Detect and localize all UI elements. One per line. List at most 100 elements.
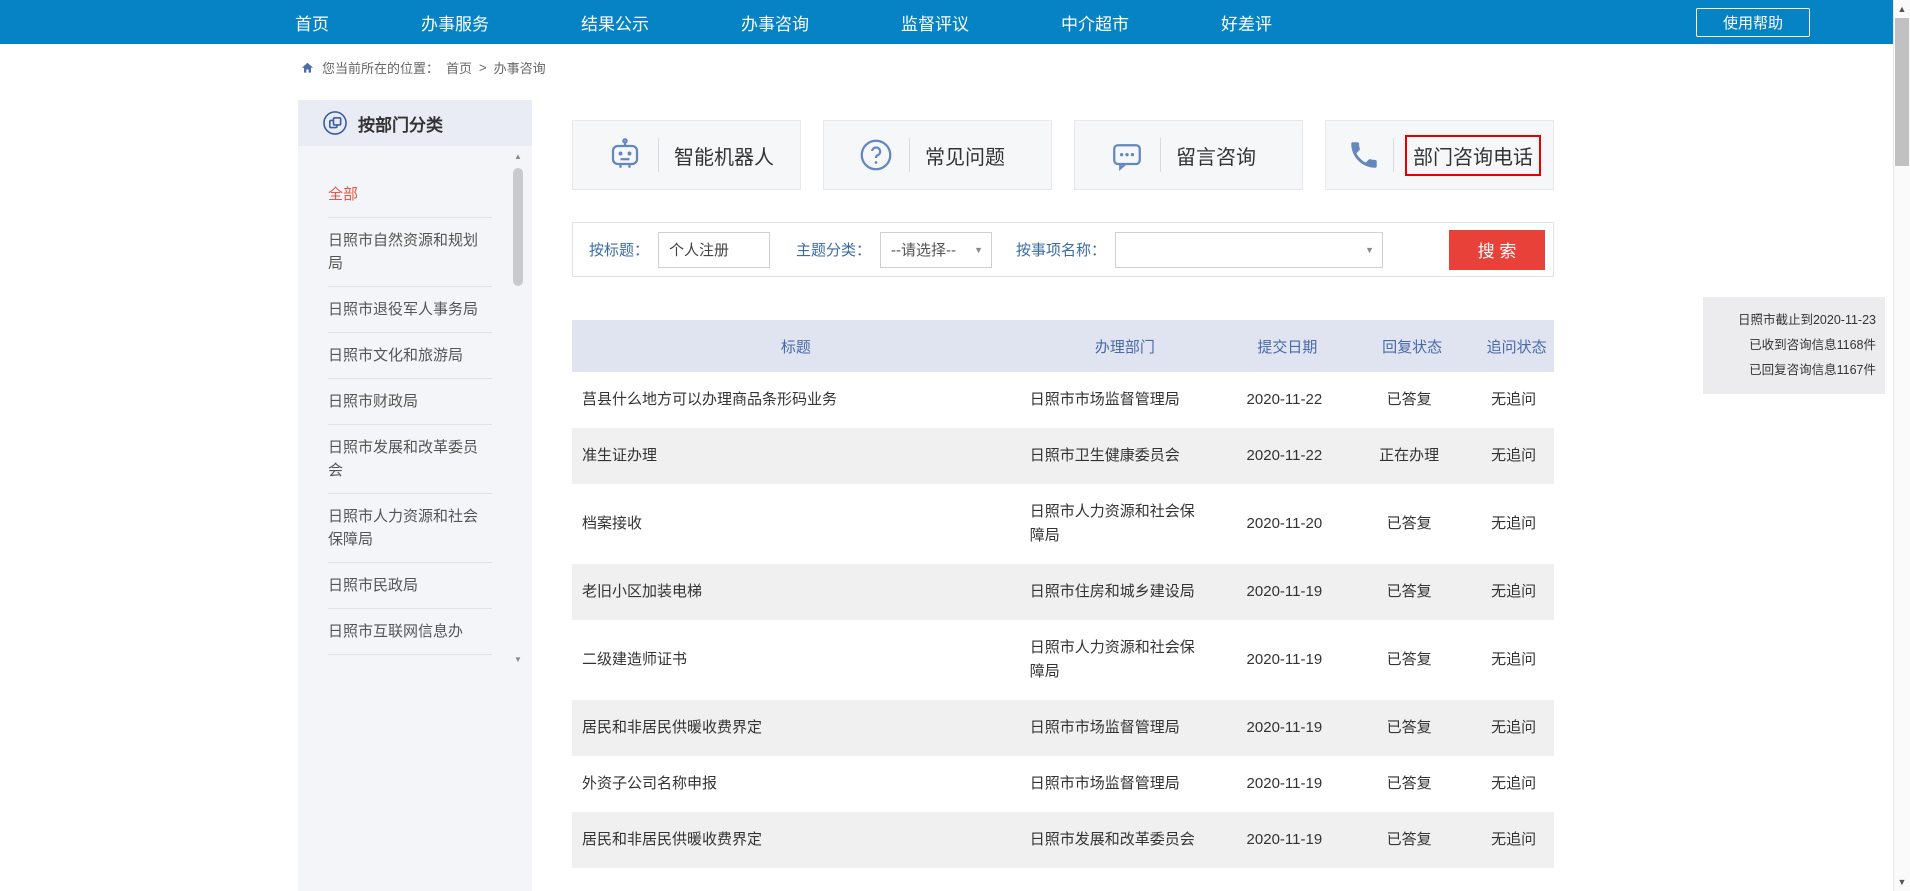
question-icon (858, 137, 894, 173)
consultation-stats-box: 日照市截止到2020-11-23已收到咨询信息1168件已回复咨询信息1167件 (1703, 297, 1885, 394)
tab-留言咨询[interactable]: 留言咨询 (1074, 120, 1303, 190)
sidebar-item-department[interactable]: 全部 (328, 172, 492, 218)
sidebar-item-department[interactable]: 日照市自然资源和规划局 (328, 218, 492, 287)
sidebar-item-department[interactable]: 日照市退役军人事务局 (328, 287, 492, 333)
column-header: 标题 (572, 320, 1020, 372)
tab-label: 常见问题 (925, 141, 1005, 170)
scroll-down-icon[interactable]: ▼ (511, 655, 525, 664)
nav-item-home[interactable]: 首页 (295, 10, 329, 35)
consultation-title-link[interactable]: 外资子公司名称申报 (582, 775, 717, 792)
divider (909, 138, 910, 172)
table-row: 档案接收日照市人力资源和社会保障局2020-11-20已答复无追问 (572, 484, 1554, 564)
stat-line: 日照市截止到2020-11-23 (1712, 308, 1876, 333)
nav-item-supervision[interactable]: 监督评议 (901, 10, 969, 35)
sidebar-item-department[interactable]: 日照市发展和改革委员会 (328, 425, 492, 494)
sidebar-scrollbar-thumb[interactable] (513, 168, 523, 286)
message-icon (1109, 137, 1145, 173)
home-icon (300, 61, 315, 75)
divider (658, 138, 659, 172)
follow-up-status-cell: 无追问 (1479, 756, 1554, 812)
consultation-title-link[interactable]: 居民和非居民供暖收费界定 (582, 719, 762, 736)
consultation-title-link[interactable]: 莒县什么地方可以办理商品条形码业务 (582, 391, 837, 408)
department-cell: 日照市市场监督管理局 (1020, 372, 1230, 428)
table-header-row: 标题办理部门提交日期回复状态追问状态 (572, 320, 1554, 372)
stat-line: 已收到咨询信息1168件 (1712, 333, 1876, 358)
tab-智能机器人[interactable]: 智能机器人 (572, 120, 801, 190)
consultation-title-link[interactable]: 二级建造师证书 (582, 651, 687, 668)
scroll-down-icon[interactable]: ▼ (1894, 877, 1910, 887)
sidebar-item-department[interactable]: 日照市互联网信息办 (328, 609, 492, 655)
department-cell: 日照市市场监督管理局 (1020, 700, 1230, 756)
date-cell: 2020-11-20 (1230, 484, 1345, 564)
nav-item-results[interactable]: 结果公示 (581, 10, 649, 35)
sidebar-title: 按部门分类 (358, 111, 443, 136)
consultation-title-link[interactable]: 准生证办理 (582, 447, 657, 464)
reply-status-cell: 已答复 (1345, 756, 1480, 812)
table-row: 准生证办理日照市卫生健康委员会2020-11-22正在办理无追问 (572, 428, 1554, 484)
nav-item-services[interactable]: 办事服务 (421, 10, 489, 35)
topic-select-value: --请选择-- (891, 239, 956, 260)
sidebar-item-department[interactable]: 日照市民政局 (328, 563, 492, 609)
nav-menu: 首页 办事服务 结果公示 办事咨询 监督评议 中介超市 好差评 (0, 0, 1910, 44)
title-cell: 档案接收 (572, 484, 1020, 564)
table-row: 外资子公司名称申报 日照市市场监督管理局2020-11-19已答复无追问 (572, 756, 1554, 812)
consultation-title-link[interactable]: 老旧小区加装电梯 (582, 583, 702, 600)
follow-up-status-cell: 无追问 (1479, 484, 1554, 564)
column-header: 办理部门 (1020, 320, 1230, 372)
nav-item-rating[interactable]: 好差评 (1221, 10, 1272, 35)
sidebar-header: 按部门分类 (298, 100, 532, 146)
tab-label: 智能机器人 (674, 141, 774, 170)
title-filter-label: 按标题： (589, 239, 649, 260)
title-cell: 居民和非居民供暖收费界定 (572, 812, 1020, 868)
sidebar-scrollbar[interactable]: ▲ ▼ (511, 152, 525, 664)
consultation-title-link[interactable]: 居民和非居民供暖收费界定 (582, 831, 762, 848)
department-cell: 日照市住房和城乡建设局 (1020, 564, 1230, 620)
stat-line: 已回复咨询信息1167件 (1712, 358, 1876, 383)
page-scrollbar-thumb[interactable] (1895, 18, 1909, 166)
divider (1393, 138, 1394, 172)
column-header: 提交日期 (1230, 320, 1345, 372)
date-cell: 2020-11-19 (1230, 620, 1345, 700)
chevron-down-icon: ▼ (974, 245, 983, 255)
item-filter-label: 按事项名称： (1016, 239, 1106, 260)
sidebar-item-department[interactable]: 日照市文化和旅游局 (328, 333, 492, 379)
title-cell: 准生证办理 (572, 428, 1020, 484)
follow-up-status-cell: 无追问 (1479, 700, 1554, 756)
sidebar-item-department[interactable]: 日照市人力资源和社会保障局 (328, 494, 492, 563)
department-cell: 日照市市场监督管理局 (1020, 756, 1230, 812)
tab-部门咨询电话[interactable]: 部门咨询电话 (1325, 120, 1554, 190)
date-cell: 2020-11-22 (1230, 372, 1345, 428)
title-cell: 莒县什么地方可以办理商品条形码业务 (572, 372, 1020, 428)
page-scrollbar[interactable]: ▲ ▼ (1893, 0, 1910, 891)
scroll-up-icon[interactable]: ▲ (1894, 4, 1910, 14)
nav-item-consultation[interactable]: 办事咨询 (741, 10, 809, 35)
scroll-up-icon[interactable]: ▲ (511, 152, 525, 161)
date-cell: 2020-11-22 (1230, 428, 1345, 484)
date-cell: 2020-11-19 (1230, 756, 1345, 812)
title-cell: 老旧小区加装电梯 (572, 564, 1020, 620)
date-cell: 2020-11-19 (1230, 700, 1345, 756)
tab-常见问题[interactable]: 常见问题 (823, 120, 1052, 190)
follow-up-status-cell: 无追问 (1479, 620, 1554, 700)
title-cell: 外资子公司名称申报 (572, 756, 1020, 812)
item-select[interactable]: ▼ (1115, 232, 1383, 268)
topic-select[interactable]: --请选择-- ▼ (880, 232, 992, 268)
search-button[interactable]: 搜 索 (1449, 230, 1545, 270)
breadcrumb-current[interactable]: 办事咨询 (494, 58, 546, 77)
nav-item-agency-market[interactable]: 中介超市 (1061, 10, 1129, 35)
breadcrumb-home[interactable]: 首页 (446, 58, 472, 77)
department-cell: 日照市发展和改革委员会 (1020, 812, 1230, 868)
help-button[interactable]: 使用帮助 (1696, 8, 1810, 37)
consultation-title-link[interactable]: 档案接收 (582, 515, 642, 532)
breadcrumb-prefix: 您当前所在的位置： (322, 58, 439, 77)
divider (1160, 138, 1161, 172)
consultation-table: 标题办理部门提交日期回复状态追问状态 莒县什么地方可以办理商品条形码业务日照市市… (572, 320, 1554, 868)
sidebar-item-department[interactable]: 日照市财政局 (328, 379, 492, 425)
breadcrumb-separator: > (479, 60, 487, 75)
search-bar: 按标题： 主题分类： --请选择-- ▼ 按事项名称： ▼ 搜 索 (572, 222, 1554, 277)
tab-label: 部门咨询电话 (1405, 135, 1541, 176)
chevron-down-icon: ▼ (1365, 245, 1374, 255)
table-row: 莒县什么地方可以办理商品条形码业务日照市市场监督管理局2020-11-22已答复… (572, 372, 1554, 428)
title-filter-input[interactable] (658, 232, 770, 268)
top-nav: 首页 办事服务 结果公示 办事咨询 监督评议 中介超市 好差评 使用帮助 (0, 0, 1910, 44)
